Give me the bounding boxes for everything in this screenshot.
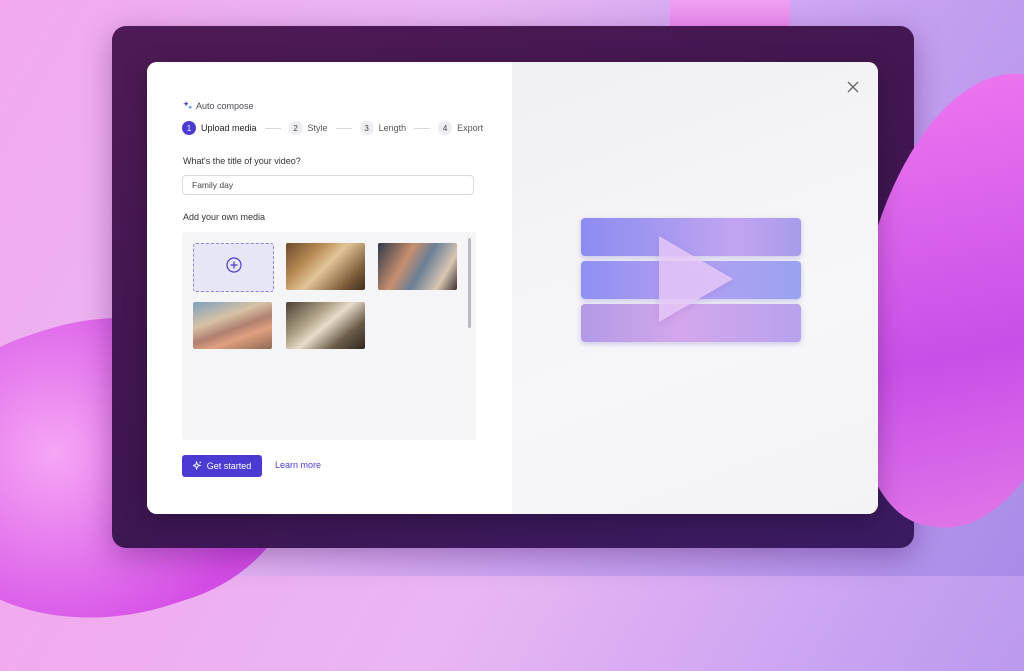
step-number: 1 — [182, 121, 196, 135]
step-divider — [264, 127, 281, 129]
media-scrollbar[interactable] — [468, 238, 471, 328]
feature-label: Auto compose — [196, 100, 254, 111]
add-media-button[interactable] — [193, 243, 274, 292]
step-number: 2 — [288, 121, 303, 135]
media-thumbnail[interactable] — [378, 243, 457, 290]
step-number: 4 — [438, 121, 453, 135]
media-grid — [182, 232, 476, 440]
video-title-input[interactable]: Family day — [182, 175, 474, 195]
media-thumbnail[interactable] — [286, 243, 365, 290]
learn-more-link[interactable]: Learn more — [275, 460, 321, 470]
plus-circle-icon — [225, 257, 242, 278]
step-label: Style — [307, 123, 328, 133]
step-style[interactable]: 2 Style — [288, 121, 328, 135]
get-started-button[interactable]: Get started — [182, 455, 262, 477]
media-thumbnail[interactable] — [193, 302, 272, 349]
preview-illustration — [581, 218, 801, 342]
step-label: Export — [457, 123, 484, 133]
step-export[interactable]: 4 Export — [438, 121, 483, 135]
close-icon[interactable] — [846, 80, 860, 94]
dialog-form-panel: Auto compose 1 Upload media 2 Style 3 Le… — [147, 62, 512, 514]
get-started-label: Get started — [206, 461, 252, 471]
step-upload-media[interactable]: 1 Upload media — [182, 121, 257, 135]
step-label: Length — [378, 123, 407, 133]
sparkle-icon — [191, 459, 202, 472]
sparkle-icon — [183, 100, 192, 111]
step-length[interactable]: 3 Length — [359, 121, 407, 135]
auto-compose-dialog: Auto compose 1 Upload media 2 Style 3 Le… — [147, 62, 878, 514]
step-number: 3 — [359, 121, 374, 135]
step-label: Upload media — [201, 123, 257, 133]
title-question-label: What's the title of your video? — [183, 156, 301, 166]
media-thumbnail[interactable] — [286, 302, 365, 349]
step-divider — [335, 127, 352, 129]
stepper: 1 Upload media 2 Style 3 Length 4 Export — [182, 121, 483, 135]
feature-header: Auto compose — [183, 100, 254, 111]
step-divider — [414, 127, 431, 129]
play-icon — [659, 236, 733, 322]
media-section-label: Add your own media — [183, 212, 266, 222]
preview-panel — [512, 62, 878, 514]
